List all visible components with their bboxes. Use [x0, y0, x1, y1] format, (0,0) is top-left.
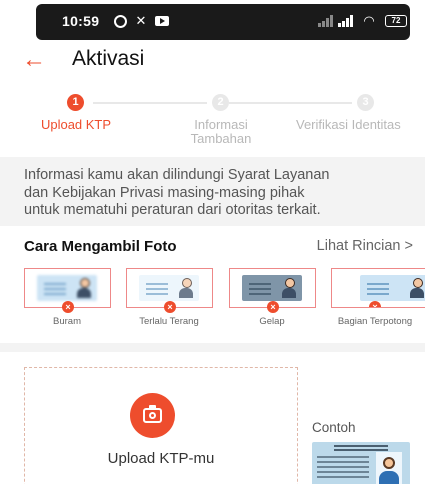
sample-dark: ×: [229, 268, 316, 313]
x-icon: ✕: [135, 13, 147, 28]
x-mark-icon: ×: [62, 301, 74, 313]
sample-cropped: ×: [331, 268, 425, 308]
stepper-connector: [93, 102, 207, 104]
signal-icon: [336, 14, 354, 28]
sample-label: Bagian Terpotong: [337, 316, 413, 327]
signal-icon: [316, 14, 334, 28]
page-title: Aktivasi: [72, 47, 145, 70]
sample-too-bright: ×: [126, 268, 213, 313]
arrow-left-icon: ←: [22, 46, 46, 73]
step-2-indicator: 2: [212, 94, 229, 111]
stepper-connector: [229, 102, 352, 104]
privacy-notice-line: dan Kebijakan Privasi masing-masing piha…: [24, 184, 305, 201]
sample-label: Gelap: [259, 316, 285, 327]
step-1-indicator: 1: [67, 94, 84, 111]
photo-guide-title: Cara Mengambil Foto: [24, 238, 177, 255]
youtube-icon: [154, 14, 169, 28]
battery-level: 72: [385, 15, 407, 27]
step-3-indicator: 3: [357, 94, 374, 111]
status-time: 10:59: [62, 13, 100, 29]
x-mark-icon: ×: [267, 301, 279, 313]
upload-camera-button[interactable]: [130, 393, 175, 438]
step-3-label: Verifikasi Identitas: [296, 117, 401, 132]
sample-blurry: ×: [24, 268, 111, 313]
privacy-notice-line: untuk mematuhi peraturan dari otoritas t…: [24, 202, 321, 218]
x-mark-icon: ×: [164, 301, 176, 313]
privacy-notice: Informasi kamu akan dilindungi Syarat La…: [0, 157, 425, 226]
battery-icon: 72: [383, 14, 409, 28]
example-ktp-image: [312, 442, 410, 484]
step-2-label: Informasi Tambahan: [190, 117, 252, 146]
sample-label: Buram: [53, 316, 81, 327]
example-label: Contoh: [312, 420, 356, 435]
status-bar: 10:59 ✕ ◠ 72: [36, 4, 410, 40]
privacy-notice-line: Informasi kamu akan dilindungi Syarat La…: [24, 167, 330, 183]
back-button[interactable]: ←: [22, 48, 48, 74]
section-divider: [0, 343, 425, 352]
sample-label: Terlalu Terang: [139, 316, 199, 327]
see-details-link[interactable]: Lihat Rincian >: [317, 238, 413, 254]
step-1-label: Upload KTP: [40, 117, 112, 132]
upload-ktp-label: Upload KTP-mu: [107, 450, 215, 467]
wifi-icon: ◠: [363, 13, 375, 28]
camera-icon: [143, 405, 162, 423]
whatsapp-icon: [112, 14, 128, 28]
x-mark-icon: ×: [369, 301, 381, 307]
